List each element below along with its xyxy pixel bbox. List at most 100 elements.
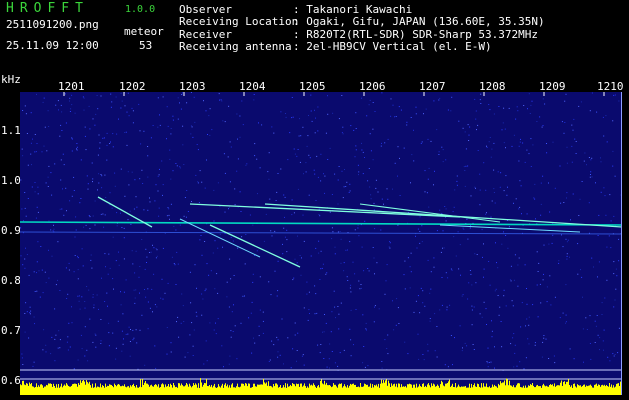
noise-speck bbox=[337, 231, 339, 233]
noise-speck bbox=[67, 293, 69, 295]
noise-speck bbox=[123, 227, 125, 229]
noise-speck bbox=[293, 212, 295, 214]
noise-speck bbox=[618, 238, 620, 240]
noise-speck bbox=[77, 359, 79, 361]
noise-speck bbox=[54, 338, 56, 340]
noise-speck bbox=[590, 171, 592, 173]
noise-speck bbox=[24, 192, 26, 193]
noise-speck bbox=[124, 195, 126, 197]
noise-speck bbox=[339, 231, 341, 232]
noise-speck bbox=[252, 281, 254, 283]
noise-speck bbox=[32, 365, 34, 367]
noise-speck bbox=[605, 115, 607, 117]
noise-speck bbox=[358, 235, 360, 237]
noise-bar-column bbox=[434, 384, 435, 395]
noise-speck bbox=[342, 133, 344, 135]
noise-speck bbox=[55, 284, 57, 286]
noise-speck bbox=[203, 100, 204, 102]
noise-speck bbox=[63, 164, 65, 166]
noise-bar-column bbox=[536, 385, 537, 395]
noise-speck bbox=[84, 301, 86, 302]
noise-speck bbox=[368, 168, 370, 169]
noise-speck bbox=[433, 266, 435, 268]
noise-speck bbox=[601, 302, 603, 304]
noise-bar-column bbox=[138, 387, 139, 395]
noise-speck bbox=[136, 206, 138, 208]
noise-speck bbox=[528, 324, 530, 326]
noise-speck bbox=[109, 267, 111, 269]
noise-speck bbox=[488, 261, 490, 262]
noise-speck bbox=[370, 194, 372, 196]
noise-speck bbox=[115, 358, 117, 360]
noise-speck bbox=[118, 264, 120, 266]
noise-speck bbox=[315, 293, 317, 295]
noise-bar-column bbox=[126, 387, 127, 395]
noise-speck bbox=[618, 260, 620, 262]
noise-speck bbox=[258, 335, 260, 337]
noise-bar-column bbox=[397, 387, 398, 395]
noise-speck bbox=[110, 93, 112, 95]
noise-speck bbox=[122, 313, 124, 315]
noise-bar-column bbox=[222, 383, 223, 395]
noise-speck bbox=[509, 279, 511, 281]
noise-speck bbox=[439, 309, 441, 311]
noise-speck bbox=[214, 288, 216, 290]
noise-bar-column bbox=[406, 387, 407, 395]
noise-speck bbox=[331, 238, 333, 240]
noise-speck bbox=[517, 264, 519, 266]
noise-bar-column bbox=[389, 383, 390, 395]
noise-bar-column bbox=[580, 385, 581, 395]
noise-bar-column bbox=[511, 385, 512, 395]
noise-speck bbox=[192, 355, 194, 356]
noise-speck bbox=[121, 350, 123, 352]
noise-bar-column bbox=[165, 384, 166, 395]
noise-bar-column bbox=[424, 386, 425, 395]
noise-speck bbox=[589, 315, 591, 317]
noise-speck bbox=[397, 307, 399, 309]
noise-speck bbox=[485, 308, 487, 310]
noise-speck bbox=[224, 211, 226, 213]
noise-bar-column bbox=[57, 387, 58, 395]
noise-speck bbox=[296, 350, 298, 351]
noise-speck bbox=[366, 329, 367, 331]
noise-speck bbox=[73, 368, 75, 370]
noise-speck bbox=[177, 97, 179, 99]
noise-speck bbox=[162, 184, 164, 186]
noise-speck bbox=[20, 227, 22, 229]
noise-speck bbox=[268, 281, 270, 283]
noise-speck bbox=[424, 305, 426, 307]
noise-speck bbox=[36, 143, 38, 144]
noise-speck bbox=[170, 128, 172, 129]
noise-speck bbox=[218, 93, 220, 95]
noise-speck bbox=[373, 202, 375, 204]
noise-speck bbox=[34, 151, 36, 153]
noise-speck bbox=[262, 320, 264, 322]
noise-speck bbox=[461, 295, 463, 297]
noise-speck bbox=[331, 194, 333, 195]
noise-speck bbox=[404, 260, 406, 262]
noise-speck bbox=[297, 149, 299, 150]
noise-speck bbox=[486, 324, 487, 325]
noise-speck bbox=[311, 120, 313, 122]
noise-speck bbox=[175, 284, 177, 285]
noise-bar-column bbox=[256, 386, 257, 395]
noise-speck bbox=[195, 311, 197, 313]
noise-bar-column bbox=[303, 385, 304, 395]
noise-speck bbox=[337, 306, 339, 307]
noise-speck bbox=[150, 251, 152, 253]
noise-speck bbox=[154, 345, 156, 347]
noise-speck bbox=[112, 133, 114, 135]
noise-bar-column bbox=[228, 387, 229, 395]
noise-speck bbox=[485, 189, 487, 191]
noise-speck bbox=[440, 251, 442, 253]
noise-bar-column bbox=[485, 386, 486, 395]
noise-speck bbox=[331, 351, 333, 352]
noise-speck bbox=[60, 179, 62, 181]
noise-bar-column bbox=[289, 386, 290, 395]
noise-speck bbox=[439, 97, 441, 99]
noise-speck bbox=[265, 213, 267, 215]
noise-bar-column bbox=[44, 386, 45, 395]
noise-speck bbox=[501, 346, 503, 348]
noise-bar-column bbox=[568, 379, 569, 395]
noise-speck bbox=[595, 182, 596, 184]
